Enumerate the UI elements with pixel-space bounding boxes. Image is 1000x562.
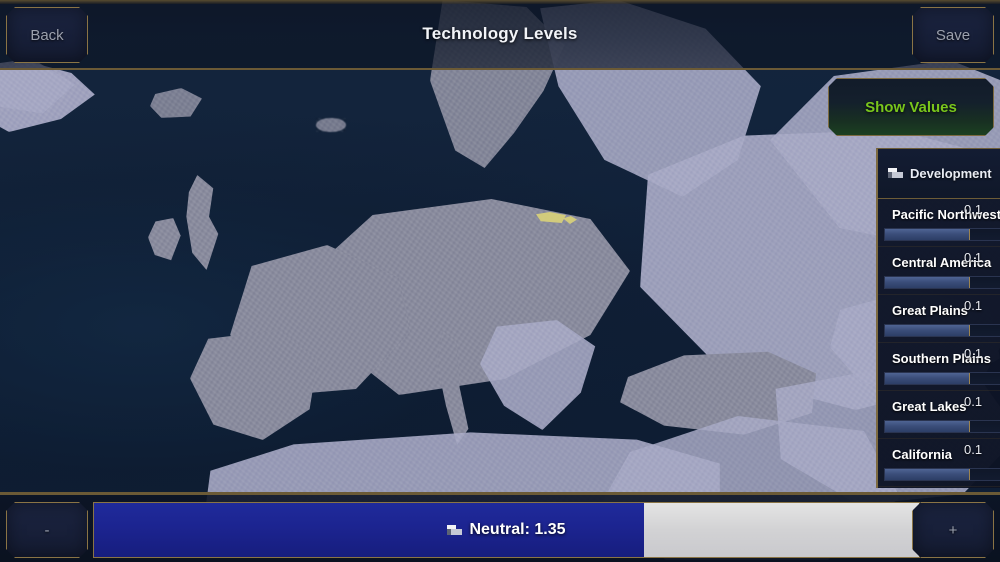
neutral-value-slider[interactable]: Neutral: 1.35 bbox=[93, 502, 920, 558]
development-panel-title: Development bbox=[910, 166, 992, 181]
page-title: Technology Levels bbox=[422, 24, 578, 43]
flag-icon bbox=[888, 168, 903, 179]
bottom-bar: - Neutral: 1.35 + bbox=[0, 492, 1000, 562]
development-row-bar-fill bbox=[885, 229, 970, 240]
development-row-value: 0.1 bbox=[964, 442, 983, 457]
development-row-value: 0.1 bbox=[964, 250, 983, 265]
development-row-bar bbox=[884, 276, 1000, 289]
development-row[interactable]: Pacific Northwest 0.1 bbox=[878, 199, 1000, 247]
development-row-bar-fill bbox=[885, 373, 970, 384]
development-row-bar-fill bbox=[885, 421, 970, 432]
development-row-bar bbox=[884, 420, 1000, 433]
development-row[interactable]: Great Plains 0.1 bbox=[878, 295, 1000, 343]
development-panel-header: Development bbox=[878, 149, 1000, 199]
game-screen: Back Technology Levels Save Show Values … bbox=[0, 0, 1000, 562]
show-values-button[interactable]: Show Values bbox=[828, 78, 994, 136]
development-row-bar bbox=[884, 324, 1000, 337]
development-panel[interactable]: Development Pacific Northwest 0.1 Central … bbox=[876, 148, 1000, 488]
development-row-value: 0.1 bbox=[964, 202, 983, 217]
development-row[interactable]: Central America 0.1 bbox=[878, 247, 1000, 295]
development-row[interactable]: Great Lakes 0.1 bbox=[878, 391, 1000, 439]
development-row-value: 0.1 bbox=[964, 394, 983, 409]
save-button[interactable]: Save bbox=[912, 7, 994, 63]
development-row-bar-fill bbox=[885, 325, 970, 336]
top-bar: Back Technology Levels Save bbox=[0, 0, 1000, 70]
development-row-bar-fill bbox=[885, 277, 970, 288]
development-row[interactable]: Southern Plains 0.1 bbox=[878, 343, 1000, 391]
decrement-button[interactable]: - bbox=[6, 502, 88, 558]
development-row-value: 0.1 bbox=[964, 298, 983, 313]
neutral-slider-fill bbox=[94, 503, 645, 557]
increment-button[interactable]: + bbox=[912, 502, 994, 558]
development-row-bar bbox=[884, 228, 1000, 241]
development-row[interactable]: California 0.1 bbox=[878, 439, 1000, 487]
development-row-value: 0.1 bbox=[964, 346, 983, 361]
development-row-bar bbox=[884, 372, 1000, 385]
development-row-bar bbox=[884, 468, 1000, 481]
development-row-list: Pacific Northwest 0.1 Central America 0.1 Gr… bbox=[878, 199, 1000, 487]
development-row-bar-fill bbox=[885, 469, 970, 480]
